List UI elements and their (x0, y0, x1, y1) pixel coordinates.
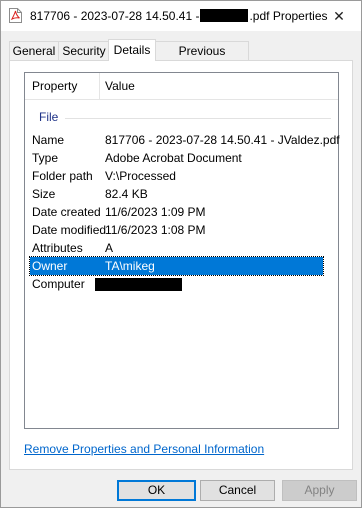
property-value: 817706 - 2023-07-28 14.50.41 - JValdez.p… (105, 133, 340, 147)
property-value: A (105, 241, 114, 255)
property-name: Type (32, 151, 59, 165)
property-name: Folder path (32, 169, 93, 183)
remove-properties-link[interactable]: Remove Properties and Personal Informati… (24, 442, 264, 456)
ok-button[interactable]: OK (117, 480, 196, 501)
list-item[interactable]: Size 82.4 KB (30, 185, 323, 203)
list-header: Property Value (25, 73, 338, 100)
window-title: 817706 - 2023-07-28 14.50.41 - .pdf Prope… (30, 9, 328, 23)
property-name: Date created (32, 205, 101, 219)
properties-list[interactable]: Property Value File Name 817706 - 2023-0… (24, 72, 340, 429)
cancel-button[interactable]: Cancel (200, 480, 275, 501)
tab-security[interactable]: Security (58, 41, 110, 60)
property-value: 11/6/2023 1:08 PM (105, 223, 206, 237)
properties-dialog: 817706 - 2023-07-28 14.50.41 - .pdf Prope… (0, 0, 362, 508)
tab-previous-versions[interactable]: Previous Versions (155, 41, 249, 76)
list-item[interactable]: Date modified 11/6/2023 1:08 PM (30, 221, 323, 239)
property-name: Name (32, 133, 65, 147)
list-item[interactable]: Computer (30, 275, 323, 293)
details-panel: Property Value File Name 817706 - 2023-0… (9, 60, 353, 470)
title-bar[interactable]: 817706 - 2023-07-28 14.50.41 - .pdf Prope… (1, 1, 361, 31)
property-name: Owner (32, 259, 68, 273)
list-item[interactable]: Type Adobe Acrobat Document (30, 149, 323, 167)
list-item[interactable]: Folder path V:\Processed (30, 167, 323, 185)
property-value: Adobe Acrobat Document (105, 151, 242, 165)
property-value: 11/6/2023 1:09 PM (105, 205, 206, 219)
group-divider (65, 118, 331, 119)
property-value: V:\Processed (105, 169, 176, 183)
property-name: Size (32, 187, 56, 201)
property-value: 82.4 KB (105, 187, 148, 201)
column-header-value[interactable]: Value (105, 79, 135, 93)
property-name: Computer (32, 277, 85, 291)
close-icon: ✕ (333, 8, 345, 24)
pdf-file-icon (9, 8, 22, 23)
redacted-block (95, 278, 182, 291)
window-title-prefix: 817706 - 2023-07-28 14.50.41 - (30, 9, 200, 23)
tab-general[interactable]: General (9, 41, 59, 60)
list-item[interactable]: Name 817706 - 2023-07-28 14.50.41 - JVal… (30, 131, 340, 149)
property-name: Date modified (32, 223, 107, 237)
tab-details[interactable]: Details (108, 39, 156, 61)
close-button[interactable]: ✕ (317, 1, 361, 31)
apply-button[interactable]: Apply (282, 480, 357, 501)
list-item[interactable]: Attributes A (30, 239, 323, 257)
list-item-selected[interactable]: Owner TA\mikeg (29, 256, 324, 276)
column-header-property[interactable]: Property (32, 79, 77, 93)
property-value: TA\mikeg (105, 259, 155, 273)
column-divider[interactable] (99, 73, 100, 99)
window-title-suffix: .pdf Properties (249, 9, 328, 23)
list-item[interactable]: Date created 11/6/2023 1:09 PM (30, 203, 323, 221)
redacted-block (200, 9, 249, 23)
property-name: Attributes (32, 241, 83, 255)
group-header-file: File (39, 110, 59, 124)
